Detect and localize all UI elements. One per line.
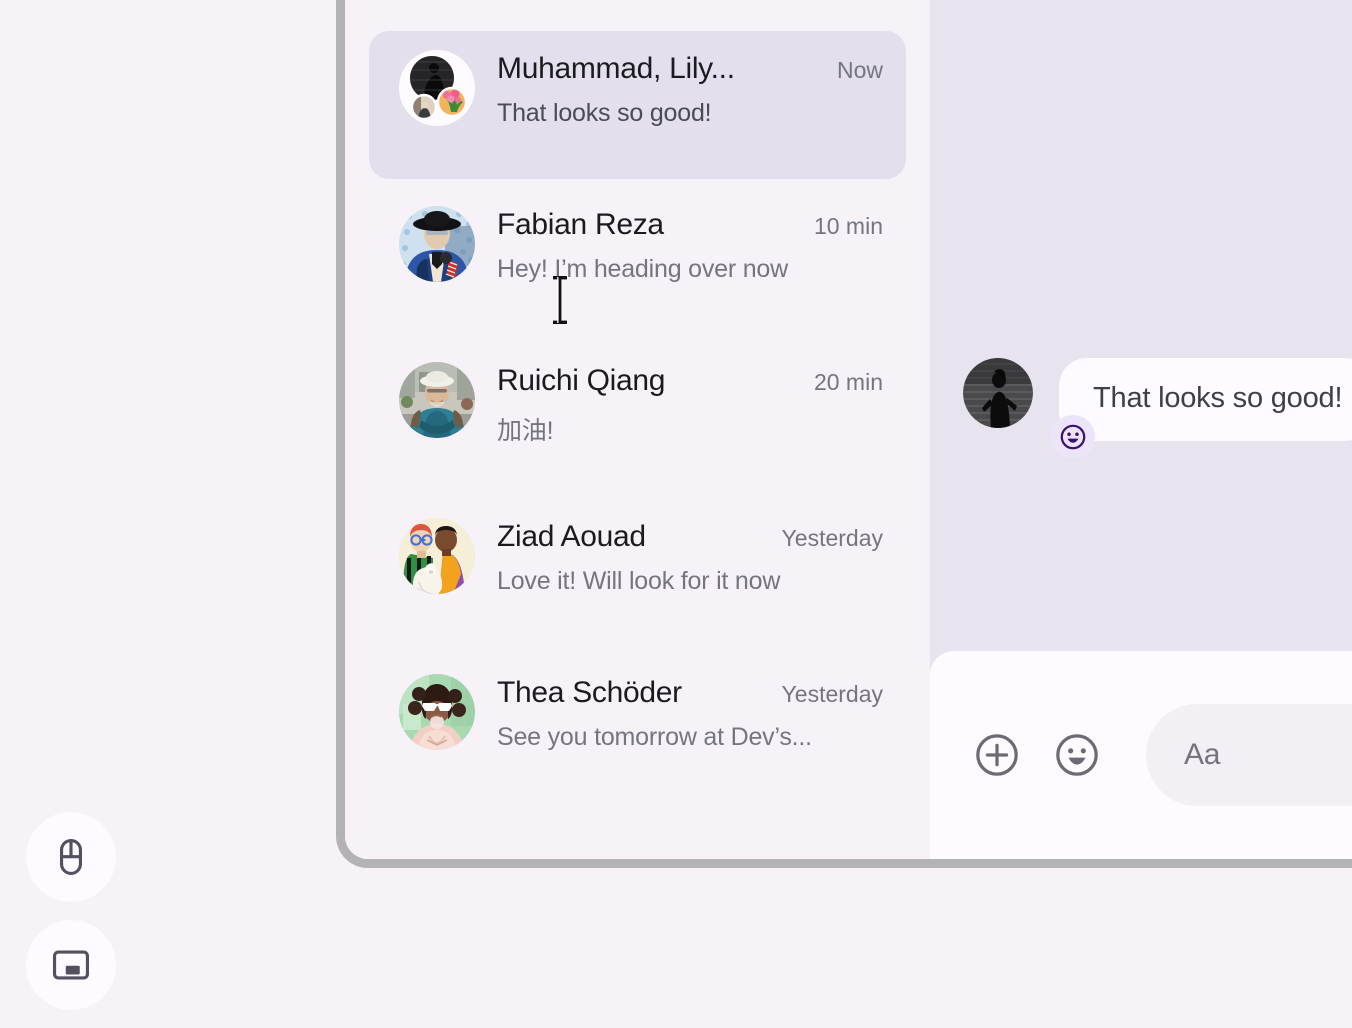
picture-in-picture-icon [50, 944, 92, 986]
conversation-timestamp: 20 min [813, 369, 883, 395]
message-input[interactable]: Aa [1146, 704, 1352, 806]
avatar [399, 206, 475, 282]
message-row-incoming: That looks so good! [963, 358, 1352, 459]
conversation-snippet: Love it! Will look for it now [497, 567, 781, 595]
chat-thread-pane: That looks so good! Aa [930, 0, 1352, 859]
group-avatar [399, 50, 475, 126]
smiley-reaction-icon[interactable] [1051, 415, 1095, 459]
messaging-app-window: Muhammad, Lily... Now That looks so good… [336, 0, 1352, 868]
conversation-timestamp: 10 min [813, 213, 883, 239]
message-bubble[interactable]: That looks so good! [1059, 358, 1352, 441]
picture-in-picture-button[interactable] [26, 920, 116, 1010]
smiley-circle-icon[interactable] [1054, 732, 1100, 778]
conversation-snippet: See you tomorrow at Dev’s... [497, 723, 812, 751]
conversation-snippet: 加油! [497, 417, 554, 445]
message-sender-avatar [963, 358, 1033, 428]
avatar [399, 518, 475, 594]
conversation-timestamp: Now [836, 57, 883, 83]
message-input-placeholder: Aa [1184, 738, 1221, 771]
conversation-snippet: That looks so good! [497, 99, 712, 127]
conversation-item-ruichi-qiang[interactable]: Ruichi Qiang 20 min 加油! [369, 343, 906, 491]
conversation-timestamp: Yesterday [781, 681, 883, 707]
conversation-item-muhammad-lily[interactable]: Muhammad, Lily... Now That looks so good… [369, 31, 906, 179]
conversation-name: Ziad Aouad [497, 520, 646, 553]
conversation-item-fabian-reza[interactable]: Fabian Reza 10 min Hey! I’m heading over… [369, 187, 906, 335]
conversation-header: Ziad Aouad Yesterday [497, 520, 885, 554]
conversation-header: Thea Schöder Yesterday [497, 676, 885, 710]
message-composer: Aa [930, 651, 1352, 859]
conversation-name: Muhammad, Lily... [497, 52, 735, 85]
conversation-item-ziad-aouad[interactable]: Ziad Aouad Yesterday Love it! Will look … [369, 499, 906, 647]
conversation-snippet: Hey! I’m heading over now [497, 255, 788, 283]
conversation-item-thea-schoder[interactable]: Thea Schöder Yesterday See you tomorrow … [369, 655, 906, 803]
conversation-list[interactable]: Muhammad, Lily... Now That looks so good… [345, 0, 930, 859]
avatar [399, 362, 475, 438]
conversation-header: Fabian Reza 10 min [497, 208, 885, 242]
conversation-name: Thea Schöder [497, 676, 682, 709]
floating-control-buttons [26, 812, 116, 1010]
conversation-header: Muhammad, Lily... Now [497, 52, 885, 86]
plus-circle-icon[interactable] [974, 732, 1020, 778]
conversation-timestamp: Yesterday [781, 525, 883, 551]
avatar [399, 674, 475, 750]
mouse-mode-button[interactable] [26, 812, 116, 902]
conversation-name: Fabian Reza [497, 208, 664, 241]
message-text: That looks so good! [1093, 382, 1343, 414]
conversation-name: Ruichi Qiang [497, 364, 666, 397]
screen: Muhammad, Lily... Now That looks so good… [0, 0, 1352, 1028]
mouse-icon [50, 836, 92, 878]
conversation-header: Ruichi Qiang 20 min [497, 364, 885, 398]
